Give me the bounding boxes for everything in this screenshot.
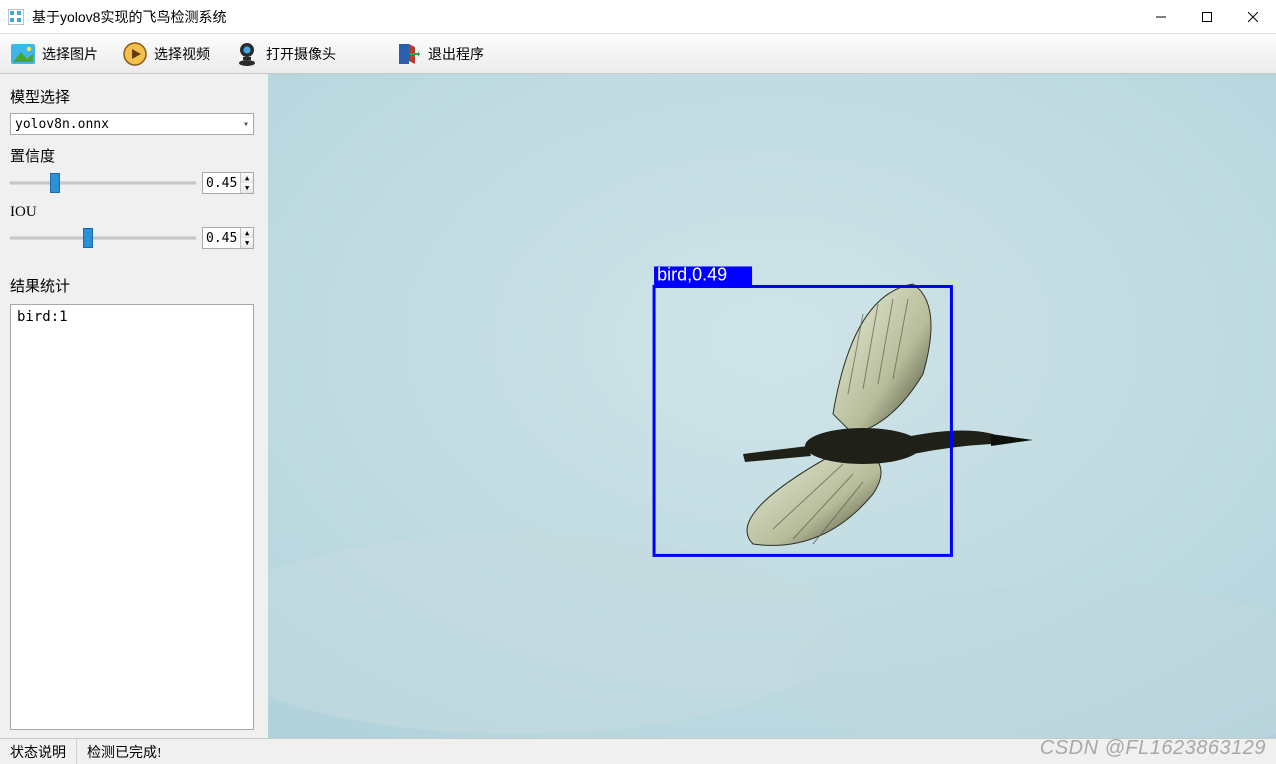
open-camera-label: 打开摄像头: [266, 44, 336, 64]
camera-icon: [234, 41, 260, 67]
maximize-button[interactable]: [1184, 0, 1230, 34]
spin-down-icon[interactable]: ▼: [241, 183, 253, 193]
spin-down-icon[interactable]: ▼: [241, 238, 253, 248]
titlebar: 基于yolov8实现的飞鸟检测系统: [0, 0, 1276, 34]
image-viewport: bird,0.49: [264, 74, 1276, 738]
window-title: 基于yolov8实现的飞鸟检测系统: [32, 7, 226, 27]
select-video-label: 选择视频: [154, 44, 210, 64]
confidence-spinbox[interactable]: 0.45 ▲▼: [202, 172, 254, 194]
sidebar: 模型选择 yolov8n.onnx ▾ 置信度 0.45 ▲▼ IOU: [0, 74, 264, 738]
confidence-slider[interactable]: [10, 172, 196, 194]
iou-spinbox[interactable]: 0.45 ▲▼: [202, 227, 254, 249]
play-icon: [122, 41, 148, 67]
iou-value: 0.45: [203, 228, 240, 248]
select-image-button[interactable]: 选择图片: [6, 39, 102, 69]
exit-icon: [396, 41, 422, 67]
status-message: 检测已完成!: [77, 739, 172, 764]
statusbar: 状态说明 检测已完成!: [0, 738, 1276, 764]
spin-up-icon[interactable]: ▲: [241, 228, 253, 238]
app-icon: [8, 9, 24, 25]
close-button[interactable]: [1230, 0, 1276, 34]
select-image-label: 选择图片: [42, 44, 98, 64]
toolbar: 选择图片 选择视频 打开摄像头: [0, 34, 1276, 74]
open-camera-button[interactable]: 打开摄像头: [230, 39, 340, 69]
svg-text:bird,0.49: bird,0.49: [657, 264, 727, 284]
confidence-label: 置信度: [10, 145, 254, 166]
status-label: 状态说明: [0, 739, 77, 764]
results-textbox[interactable]: bird:1: [10, 304, 254, 730]
detection-canvas: bird,0.49: [268, 74, 1276, 738]
exit-button[interactable]: 退出程序: [392, 39, 488, 69]
confidence-value: 0.45: [203, 173, 240, 193]
minimize-button[interactable]: [1138, 0, 1184, 34]
select-video-button[interactable]: 选择视频: [118, 39, 214, 69]
model-label: 模型选择: [10, 86, 254, 107]
spin-up-icon[interactable]: ▲: [241, 173, 253, 183]
model-select-value: yolov8n.onnx: [15, 117, 109, 132]
chevron-down-icon: ▾: [243, 119, 249, 130]
exit-label: 退出程序: [428, 44, 484, 64]
results-label: 结果统计: [10, 275, 254, 296]
image-icon: [10, 41, 36, 67]
iou-label: IOU: [10, 204, 254, 221]
model-select[interactable]: yolov8n.onnx ▾: [10, 113, 254, 135]
iou-slider[interactable]: [10, 227, 196, 249]
